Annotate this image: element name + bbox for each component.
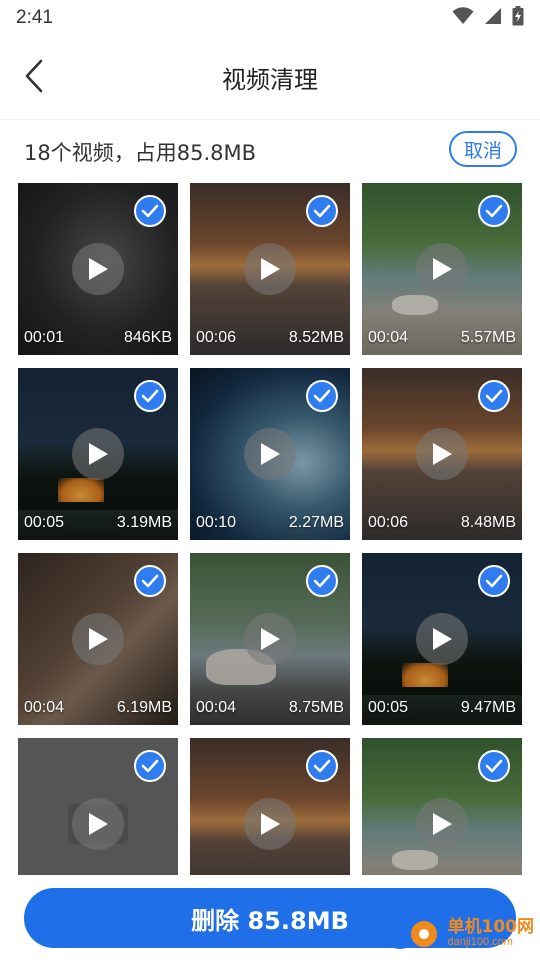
video-size: 8.48MB [460,514,516,531]
video-size: 9.47MB [460,699,516,716]
title-bar: 视频清理 [0,36,540,120]
status-bar: 2:41 [0,0,540,36]
cancel-button[interactable]: 取消 [449,131,517,167]
video-size: 8.75MB [288,699,344,716]
checkmark-icon[interactable] [478,195,510,227]
video-duration: 00:06 [368,514,409,531]
video-duration: 00:05 [24,514,65,531]
video-size: 2.27MB [288,514,344,531]
play-icon[interactable] [72,613,124,665]
delete-button[interactable]: 删除 85.8MB [24,888,516,948]
video-size: 3.19MB [116,514,172,531]
video-tile[interactable]: 00:05 3.19MB [18,368,178,540]
play-icon[interactable] [416,798,468,850]
video-tile[interactable]: 00:06 8.48MB [362,368,522,540]
status-icons [452,6,524,30]
video-tile[interactable]: 00:01 846KB [18,183,178,355]
wifi-icon [452,7,474,29]
play-icon[interactable] [244,428,296,480]
summary-row: 18个视频，占用85.8MB 取消 [0,120,540,182]
play-icon[interactable] [244,798,296,850]
video-tile[interactable]: 00:04 6.19MB [18,553,178,725]
video-tile[interactable] [362,738,522,875]
play-icon[interactable] [72,243,124,295]
video-tile[interactable] [190,738,350,875]
battery-charging-icon [512,6,524,30]
checkmark-icon[interactable] [134,380,166,412]
video-count-summary: 18个视频，占用85.8MB [24,141,257,165]
checkmark-icon[interactable] [478,750,510,782]
video-duration: 00:06 [196,329,237,346]
checkmark-icon[interactable] [478,380,510,412]
video-duration: 00:04 [196,699,237,716]
video-duration: 00:04 [368,329,409,346]
video-size: 8.52MB [288,329,344,346]
video-size: 846KB [123,329,172,346]
play-icon[interactable] [72,428,124,480]
footer-bar: 删除 85.8MB [0,876,540,960]
checkmark-icon[interactable] [306,380,338,412]
video-tile[interactable]: 00:06 8.52MB [190,183,350,355]
status-time: 2:41 [16,7,53,28]
signal-icon [484,7,502,29]
video-size: 5.57MB [460,329,516,346]
video-tile[interactable]: 00:10 2.27MB [190,368,350,540]
video-duration: 00:10 [196,514,237,531]
video-tile[interactable] [18,738,178,875]
video-tile[interactable]: 00:05 9.47MB [362,553,522,725]
checkmark-icon[interactable] [134,565,166,597]
checkmark-icon[interactable] [134,195,166,227]
play-icon[interactable] [244,243,296,295]
checkmark-icon[interactable] [478,565,510,597]
checkmark-icon[interactable] [134,750,166,782]
video-duration: 00:04 [24,699,65,716]
video-grid: 00:01 846KB 00:06 8.52MB 00:04 5.57MB 00:05 3.1… [18,183,522,875]
play-icon[interactable] [416,243,468,295]
checkmark-icon[interactable] [306,565,338,597]
play-icon[interactable] [72,798,124,850]
checkmark-icon[interactable] [306,195,338,227]
play-icon[interactable] [416,613,468,665]
play-icon[interactable] [244,613,296,665]
play-icon[interactable] [416,428,468,480]
checkmark-icon[interactable] [306,750,338,782]
page-title: 视频清理 [222,66,318,94]
video-duration: 00:01 [24,329,65,346]
video-tile[interactable]: 00:04 8.75MB [190,553,350,725]
video-duration: 00:05 [368,699,409,716]
video-tile[interactable]: 00:04 5.57MB [362,183,522,355]
video-size: 6.19MB [116,699,172,716]
